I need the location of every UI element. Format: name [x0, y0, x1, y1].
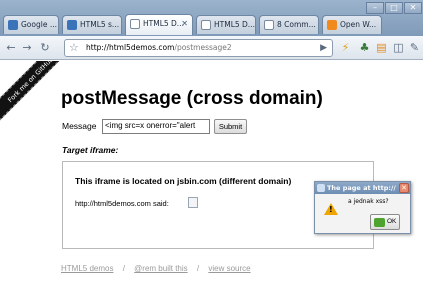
close-tab-icon[interactable]: ✕: [181, 15, 188, 32]
ok-check-icon: [374, 218, 385, 227]
page-title: postMessage (cross domain): [61, 88, 323, 109]
tab-html5-demos-active[interactable]: HTML5 D... ✕: [125, 14, 193, 35]
page-icon[interactable]: ◫: [392, 41, 405, 54]
footer-separator: /: [196, 264, 200, 273]
tab-label: Open W...: [340, 20, 377, 29]
tab-label: 8 Comm...: [277, 20, 316, 29]
back-arrow-icon[interactable]: ←: [4, 41, 18, 55]
reload-icon[interactable]: ↻: [38, 41, 52, 55]
page-content: Fork me on GitHub postMessage (cross dom…: [0, 61, 423, 284]
minimize-window-icon[interactable]: –: [366, 2, 384, 14]
go-arrow-icon[interactable]: ▶: [320, 43, 327, 53]
broken-image-icon: [188, 197, 198, 208]
ok-button[interactable]: OK: [370, 214, 400, 230]
dialog-close-icon[interactable]: ✕: [399, 183, 409, 193]
tab-html5-s[interactable]: HTML5 s...: [62, 15, 122, 34]
message-input[interactable]: <img src=x onerror="alert: [102, 119, 210, 134]
tab-label: HTML5 D...: [143, 19, 184, 28]
page-menu-icon[interactable]: ▤: [375, 41, 388, 54]
close-window-icon[interactable]: ✕: [404, 2, 422, 14]
iframe-message: http://html5demos.com said:: [75, 199, 169, 208]
footer-separator: /: [122, 264, 125, 273]
forward-arrow-icon[interactable]: →: [20, 41, 34, 55]
browser-toolbar: ← → ↻ ☆ http://html5demos.com/postmessag…: [0, 36, 423, 60]
dialog-message: a jednak xss?: [348, 198, 389, 205]
maximize-window-icon[interactable]: □: [385, 2, 403, 14]
warning-exclamation: !: [329, 205, 333, 214]
extension-icon[interactable]: ♣: [358, 41, 371, 54]
wrench-icon[interactable]: ✎: [408, 41, 421, 54]
tab-label: Google ...: [21, 20, 57, 29]
tab-comments[interactable]: 8 Comm...: [259, 15, 319, 34]
footer: HTML5 demos / @rem built this / view sou…: [61, 264, 251, 273]
submit-button[interactable]: Submit: [214, 119, 247, 134]
page-favicon-icon: [67, 20, 77, 30]
iframe-heading: This iframe is located on jsbin.com (dif…: [75, 176, 292, 186]
tab-google[interactable]: Google ...: [3, 15, 59, 34]
page-favicon-icon: [130, 19, 140, 29]
address-bar[interactable]: ☆ http://html5demos.com/postmessage2 ▶: [64, 39, 333, 57]
url-text: http://html5demos.com/postmessage2: [86, 43, 232, 52]
rem-link[interactable]: @rem built this: [134, 264, 187, 273]
tab-strip: Google ... HTML5 s... HTML5 D... ✕ HTML5…: [0, 0, 423, 36]
dialog-app-icon: [317, 184, 325, 192]
blogger-favicon-icon: [327, 20, 337, 30]
tab-html5-demos[interactable]: HTML5 D...: [196, 15, 256, 34]
message-label: Message: [62, 121, 97, 131]
tab-open-web[interactable]: Open W...: [322, 15, 382, 34]
google-favicon-icon: [8, 20, 18, 30]
dialog-titlebar[interactable]: The page at http:// ✕: [315, 182, 410, 194]
tab-label: HTML5 s...: [80, 20, 120, 29]
target-iframe-label: Target iframe:: [62, 145, 119, 155]
rss-icon[interactable]: ⚡: [339, 41, 352, 54]
view-source-link[interactable]: view source: [208, 264, 250, 273]
page-favicon-icon: [201, 20, 211, 30]
alert-dialog: The page at http:// ✕ ! a jednak xss? OK: [314, 181, 411, 234]
dialog-title: The page at http://: [327, 184, 396, 192]
html5-demos-link[interactable]: HTML5 demos: [61, 264, 113, 273]
ok-label: OK: [387, 218, 397, 225]
bookmark-star-icon[interactable]: ☆: [69, 41, 79, 54]
tab-label: HTML5 D...: [214, 20, 255, 29]
page-favicon-icon: [264, 20, 274, 30]
